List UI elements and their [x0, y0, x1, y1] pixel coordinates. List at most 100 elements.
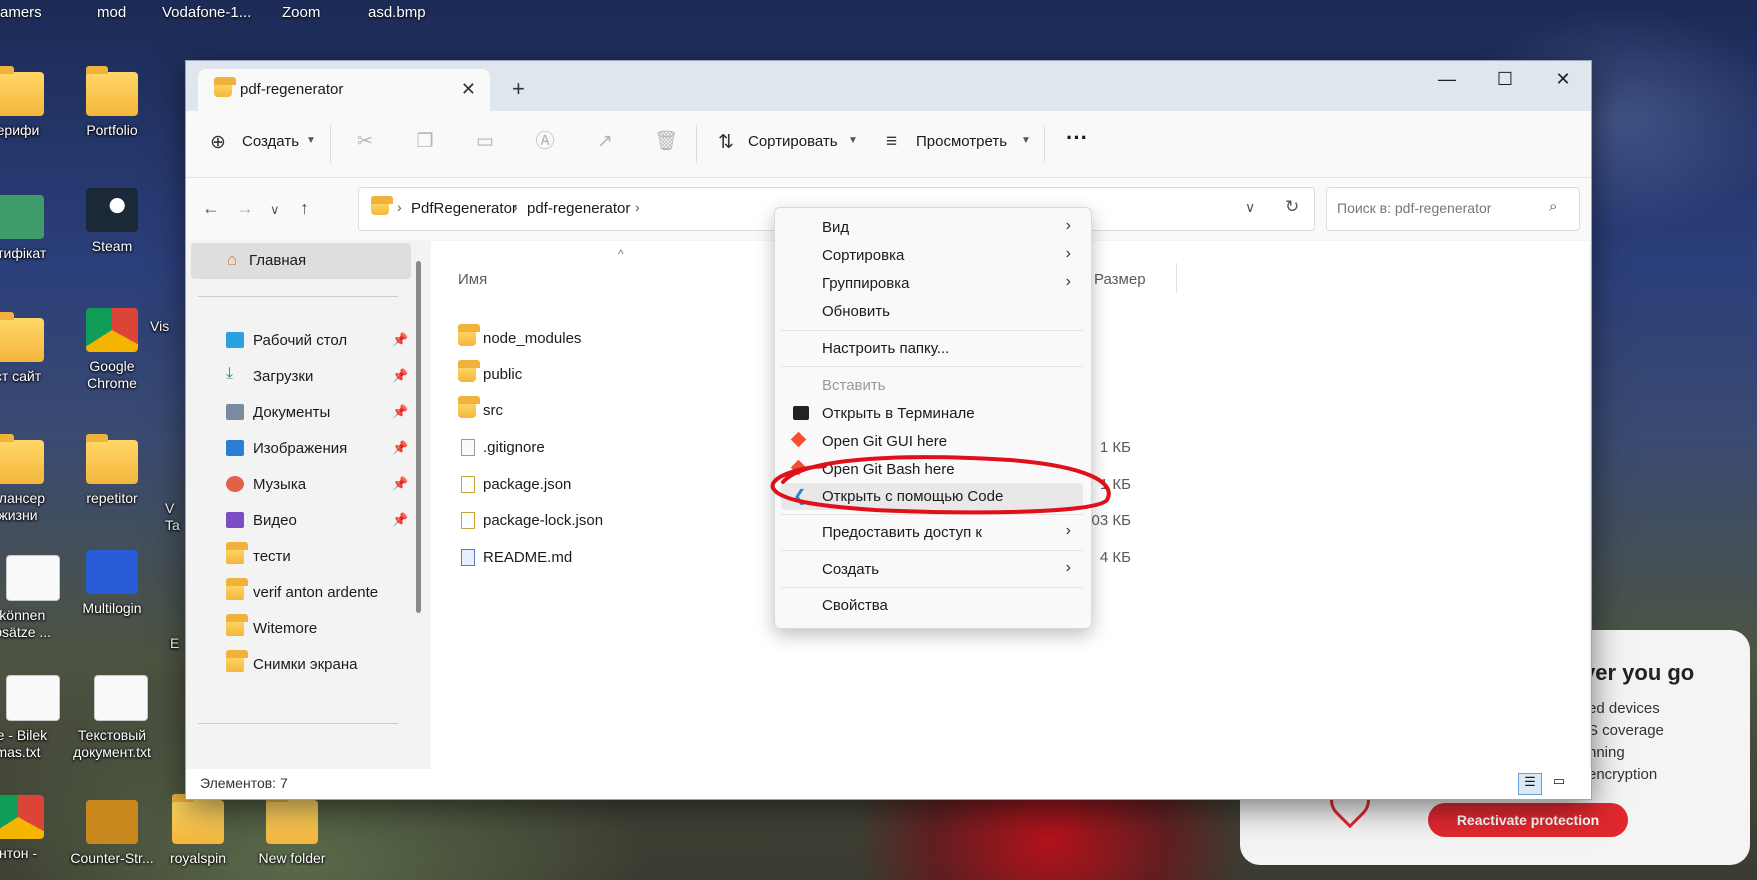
close-tab-icon[interactable]: ✕ — [461, 79, 476, 100]
minimize-button[interactable]: — — [1424, 69, 1470, 90]
pin-icon[interactable]: 📌 — [392, 512, 408, 528]
menu-item-properties[interactable]: Свойства — [781, 592, 1083, 619]
sidebar-item-folder[interactable]: verif anton ardente — [186, 575, 411, 611]
paste-icon[interactable]: ▭ — [474, 131, 496, 153]
details-view-icon[interactable]: ☰ — [1518, 773, 1542, 795]
close-window-button[interactable]: ✕ — [1540, 69, 1586, 90]
desktop-label[interactable]: Vodafone-1... — [162, 4, 251, 21]
folder-icon — [0, 434, 44, 484]
pin-icon[interactable]: 📌 — [392, 332, 408, 348]
sidebar-item-folder[interactable]: Witemore — [186, 611, 411, 647]
pin-icon[interactable]: 📌 — [392, 368, 408, 384]
tiles-view-icon[interactable]: ▭ — [1548, 773, 1570, 793]
desktop-icon[interactable]: Portfolio — [64, 66, 160, 139]
antivirus-line: S coverage — [1588, 722, 1664, 739]
breadcrumb-item[interactable]: pdf-regenerator — [527, 200, 630, 217]
desktop-label[interactable]: mod — [97, 4, 126, 21]
antivirus-line: nning — [1588, 744, 1625, 761]
refresh-icon[interactable]: ↻ — [1285, 197, 1299, 217]
menu-item-group[interactable]: Группировка › — [781, 270, 1083, 297]
cut-icon[interactable]: ✂ — [354, 131, 376, 153]
column-header-size[interactable]: Размер — [1094, 271, 1146, 288]
copy-icon[interactable]: ❐ — [414, 131, 436, 153]
up-arrow-icon[interactable]: ↑ — [300, 198, 309, 219]
desktop-icon[interactable]: ст сайт — [0, 312, 66, 385]
video-icon — [226, 512, 244, 528]
item-count: Элементов: 7 — [200, 775, 288, 791]
chrome-icon — [86, 308, 138, 352]
folder-icon — [214, 77, 236, 97]
search-box[interactable]: Поиск в: pdf-regenerator ⌕ — [1326, 187, 1580, 231]
pin-icon[interactable]: 📌 — [392, 476, 408, 492]
sidebar-item-folder[interactable]: тести — [186, 539, 411, 575]
desktop-icon[interactable]: royalspin — [150, 794, 246, 867]
desktop-icon[interactable]: Google Chrome — [64, 308, 160, 392]
tab-pdf-regenerator[interactable]: pdf-regenerator ✕ — [198, 69, 490, 111]
new-tab-button[interactable]: + — [512, 76, 525, 102]
menu-item-sort[interactable]: Сортировка › — [781, 242, 1083, 269]
desktop-icon[interactable]: Steam — [64, 188, 160, 255]
more-options-button[interactable]: ··· — [1066, 125, 1088, 151]
breadcrumb-item[interactable]: PdfRegenerator — [411, 200, 517, 217]
sidebar-item-videos[interactable]: Видео 📌 — [186, 503, 411, 539]
sidebar-item-documents[interactable]: Документы 📌 — [186, 395, 411, 431]
forward-arrow-icon[interactable]: → — [236, 198, 254, 219]
sidebar-item-downloads[interactable]: ⤓ Загрузки 📌 — [186, 359, 411, 395]
desktop-label[interactable]: Zoom — [282, 4, 320, 21]
pin-icon[interactable]: 📌 — [392, 440, 408, 456]
chevron-right-icon: › — [1065, 273, 1071, 290]
sidebar-item-music[interactable]: Музыка 📌 — [186, 467, 411, 503]
menu-item-view[interactable]: Вид › — [781, 214, 1083, 241]
menu-item-customize-folder[interactable]: Настроить папку... — [781, 335, 1083, 362]
desktop-icon[interactable]: нтон - — [0, 795, 66, 862]
pin-icon[interactable]: 📌 — [392, 404, 408, 420]
desktop-icon[interactable]: илансер жизни — [0, 434, 66, 524]
desktop-icon[interactable]: Counter-Str... — [64, 800, 160, 867]
sidebar-item-desktop[interactable]: Рабочий стол 📌 — [186, 323, 411, 359]
maximize-button[interactable]: ☐ — [1482, 69, 1528, 90]
menu-item-new[interactable]: Создать › — [781, 556, 1083, 583]
menu-item-open-terminal[interactable]: Открыть в Терминале — [781, 400, 1083, 427]
delete-icon[interactable]: 🗑 — [654, 131, 678, 153]
sidebar-item-pictures[interactable]: Изображения 📌 — [186, 431, 411, 467]
search-input[interactable]: Поиск в: pdf-regenerator — [1337, 200, 1491, 216]
desktop-icon[interactable]: Текстовый документ.txt — [64, 675, 160, 761]
share-icon[interactable]: ↗ — [594, 131, 616, 153]
terminal-icon — [793, 406, 809, 420]
steam-icon — [86, 188, 138, 232]
recent-chevron-icon[interactable]: ∨ — [270, 202, 280, 218]
desktop-icon[interactable]: отифікат — [0, 195, 66, 262]
desktop-icon[interactable]: Multilogin — [64, 550, 160, 617]
rename-icon[interactable]: Ⓐ — [534, 131, 556, 153]
sort-ascending-icon: ^ — [618, 247, 624, 261]
folder-icon — [458, 360, 480, 382]
reactivate-protection-button[interactable]: Reactivate protection — [1428, 803, 1628, 837]
desktop-icon[interactable]: E — [170, 635, 185, 652]
back-arrow-icon[interactable]: ← — [202, 198, 220, 219]
chevron-down-icon: ▼ — [306, 135, 316, 146]
desktop-label[interactable]: amers — [0, 4, 42, 21]
menu-item-refresh[interactable]: Обновить — [781, 298, 1083, 325]
desktop-icon[interactable]: ерифи — [0, 66, 66, 139]
sidebar-item-home[interactable]: ⌂ Главная — [191, 243, 411, 279]
desktop-icon[interactable]: Vis — [150, 318, 190, 335]
markdown-file-icon — [461, 549, 475, 566]
sidebar-scrollbar[interactable] — [416, 261, 421, 613]
desktop-label[interactable]: asd.bmp — [368, 4, 426, 21]
pictures-icon — [226, 440, 244, 456]
create-button[interactable]: Создать — [242, 133, 299, 150]
address-dropdown-icon[interactable]: ∨ — [1245, 199, 1255, 216]
view-button[interactable]: Просмотреть — [916, 133, 1007, 150]
desktop-icon[interactable]: repetitor — [64, 434, 160, 507]
settings-file-icon — [461, 439, 475, 456]
sidebar-item-folder[interactable]: Снимки экрана — [186, 647, 411, 683]
download-icon: ⤓ — [226, 365, 234, 382]
column-header-name[interactable]: Имя — [458, 271, 487, 288]
desktop-icon[interactable]: V Ta — [165, 500, 185, 534]
desktop-icon[interactable]: New folder — [244, 794, 340, 867]
sort-button[interactable]: Сортировать — [748, 133, 838, 150]
menu-item-give-access[interactable]: Предоставить доступ к › — [781, 519, 1083, 546]
desktop-icon[interactable]: r können Absätze ... — [0, 555, 66, 641]
folder-icon — [86, 434, 138, 484]
desktop-icon[interactable]: ne - Bilek mas.txt — [0, 675, 66, 761]
